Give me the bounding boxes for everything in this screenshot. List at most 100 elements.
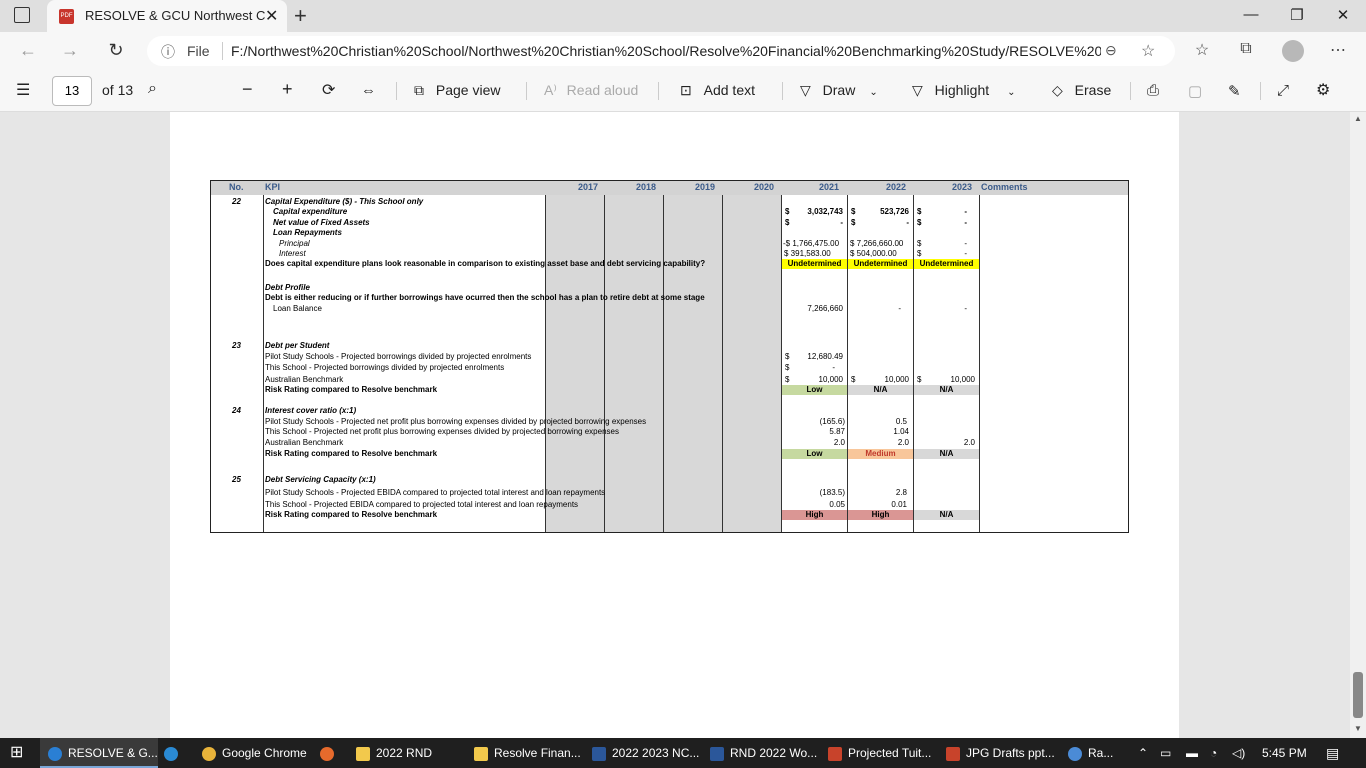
fullscreen-icon[interactable]: ⤢ <box>1277 82 1289 99</box>
close-window-button[interactable]: ✕ <box>1328 6 1358 24</box>
contents-icon[interactable]: ☰ <box>16 80 30 100</box>
chevron-down-icon[interactable]: ⌄ <box>869 87 877 98</box>
page-number-input[interactable]: 13 <box>52 76 92 106</box>
volume-icon[interactable]: ◁) <box>1232 738 1245 768</box>
chevron-up-icon[interactable]: ⌃ <box>1138 738 1148 768</box>
save-icon[interactable]: ▢ <box>1188 82 1202 100</box>
col-divider <box>847 195 848 532</box>
row-label: Loan Repayments <box>273 228 342 237</box>
status-badge: N/A <box>914 385 979 395</box>
favorites-icon[interactable]: ☆ <box>1190 40 1214 60</box>
notifications-icon[interactable]: ▤ <box>1326 738 1339 768</box>
collections-icon[interactable]: ⧉ <box>1234 40 1258 58</box>
tab-actions-icon[interactable] <box>14 7 30 23</box>
restore-button[interactable]: ❐ <box>1282 6 1312 24</box>
info-icon[interactable]: ⓘ <box>161 42 175 62</box>
document-area[interactable]: No. KPI 2017 2018 2019 2020 2021 2022 20… <box>0 112 1366 738</box>
kpi-title: Interest cover ratio (x:1) <box>265 406 357 415</box>
taskbar-item-word[interactable]: 2022 2023 NC... <box>588 738 700 768</box>
battery-icon[interactable]: ▬ <box>1186 738 1198 768</box>
row-label: Capital expenditure <box>273 207 348 216</box>
page-view-label: Page view <box>435 82 501 98</box>
settings-icon[interactable]: ⚙ <box>1316 80 1330 100</box>
scroll-up-icon[interactable]: ▲ <box>1354 114 1362 123</box>
cell-value: $ <box>917 249 922 258</box>
read-aloud-button[interactable]: A⁾ Read aloud <box>544 82 638 99</box>
more-icon[interactable]: ⋯ <box>1326 40 1350 60</box>
refresh-icon[interactable]: ↻ <box>104 40 128 61</box>
currency-sign: $ <box>917 218 922 227</box>
scroll-thumb[interactable] <box>1353 672 1363 718</box>
row-label: Australian Benchmark <box>265 375 344 384</box>
status-badge: N/A <box>914 449 979 459</box>
page-total: of 13 <box>102 82 134 98</box>
taskbar-item-word[interactable]: RND 2022 Wo... <box>706 738 818 768</box>
print-icon[interactable]: ⎙ <box>1147 82 1159 99</box>
row-label: Principal <box>279 239 310 248</box>
taskbar-item-folder[interactable]: 2022 RND <box>352 738 462 768</box>
weather-widget[interactable]: Ra... <box>1068 738 1132 768</box>
fit-page-icon[interactable]: ⇔ <box>361 82 376 99</box>
col-divider <box>263 195 264 532</box>
cell-value: 2.0 <box>897 438 909 447</box>
taskbar-item-ie[interactable] <box>164 738 188 768</box>
zoom-out-icon[interactable]: − <box>242 79 253 100</box>
save-as-icon[interactable]: ✎ <box>1228 82 1241 100</box>
divider <box>1260 82 1261 100</box>
cell-value: - <box>840 218 843 227</box>
scrollbar[interactable]: ▲ ▼ <box>1350 112 1366 738</box>
chevron-down-icon[interactable]: ⌄ <box>1007 87 1015 98</box>
draw-button[interactable]: ▽ Draw ⌄ <box>800 82 878 99</box>
add-favorite-icon[interactable]: ☆ <box>1141 41 1155 61</box>
status-badge: Undetermined <box>914 259 979 269</box>
url-text[interactable]: F:/Northwest%20Christian%20School/Northw… <box>231 43 1101 59</box>
erase-button[interactable]: ◇ Erase <box>1052 82 1111 99</box>
divider <box>1130 82 1131 100</box>
back-icon[interactable]: ← <box>16 40 40 61</box>
taskbar-item-powerpoint[interactable]: JPG Drafts ppt... <box>942 738 1055 768</box>
close-tab-icon[interactable]: ✕ <box>265 6 278 26</box>
profile-avatar[interactable] <box>1282 40 1304 62</box>
rotate-icon[interactable]: ⟳ <box>322 80 335 100</box>
taskbar: ⊞ RESOLVE & G... Google Chrome 2022 RND … <box>0 738 1366 768</box>
zoom-icon[interactable]: ⊖ <box>1105 42 1117 59</box>
table-header: No. KPI 2017 2018 2019 2020 2021 2022 20… <box>211 181 1128 195</box>
forward-icon[interactable]: → <box>58 40 82 61</box>
minimize-button[interactable]: — <box>1236 6 1266 23</box>
currency-sign: $ <box>851 218 856 227</box>
new-tab-button[interactable]: + <box>294 3 307 29</box>
address-bar[interactable]: ⓘ File F:/Northwest%20Christian%20School… <box>147 36 1175 66</box>
currency-sign: $ <box>917 207 922 216</box>
taskbar-item-folder[interactable]: Resolve Finan... <box>470 738 582 768</box>
file-label: File <box>187 43 210 59</box>
highlight-label: Highlight <box>934 82 990 98</box>
row-label: Debt is either reducing or if further bo… <box>265 293 705 302</box>
cell-value: 0.05 <box>829 500 845 509</box>
zoom-in-icon[interactable]: + <box>282 79 293 100</box>
weather-label: Ra... <box>1088 746 1114 760</box>
windows-start-icon[interactable]: ⊞ <box>10 738 23 768</box>
row-label: Loan Balance <box>273 304 322 313</box>
network-icon[interactable]: ▭ <box>1160 738 1171 768</box>
wifi-icon[interactable]: ◔ <box>1210 738 1217 768</box>
taskbar-item-chrome[interactable]: Google Chrome <box>198 738 316 768</box>
word-icon <box>710 746 724 761</box>
search-icon[interactable]: ⌕ <box>148 80 157 98</box>
currency-sign: $ <box>785 375 790 384</box>
row-label: Interest <box>279 249 306 258</box>
taskbar-item-powerpoint[interactable]: Projected Tuit... <box>824 738 936 768</box>
taskbar-item-edge[interactable]: RESOLVE & G... <box>40 738 158 768</box>
highlight-button[interactable]: ▽ Highlight ⌄ <box>912 82 1016 99</box>
row-label: Risk Rating compared to Resolve benchmar… <box>265 449 438 458</box>
cell-value: 12,680.49 <box>807 352 843 361</box>
cell-value: 1.04 <box>893 427 909 436</box>
scroll-down-icon[interactable]: ▼ <box>1354 724 1362 733</box>
cell-value: - <box>964 218 967 227</box>
add-text-button[interactable]: ⊡ Add text <box>680 82 755 99</box>
page-view-button[interactable]: ⧉ Page view <box>414 82 500 99</box>
system-clock[interactable]: 5:45 PM <box>1262 738 1307 768</box>
cell-value: $ 391,583.00 <box>784 249 831 258</box>
header-no: No. <box>229 182 244 192</box>
browser-tab[interactable]: PDF RESOLVE & GCU Northwest Chris ✕ <box>47 0 287 32</box>
taskbar-item-firefox[interactable] <box>320 738 344 768</box>
